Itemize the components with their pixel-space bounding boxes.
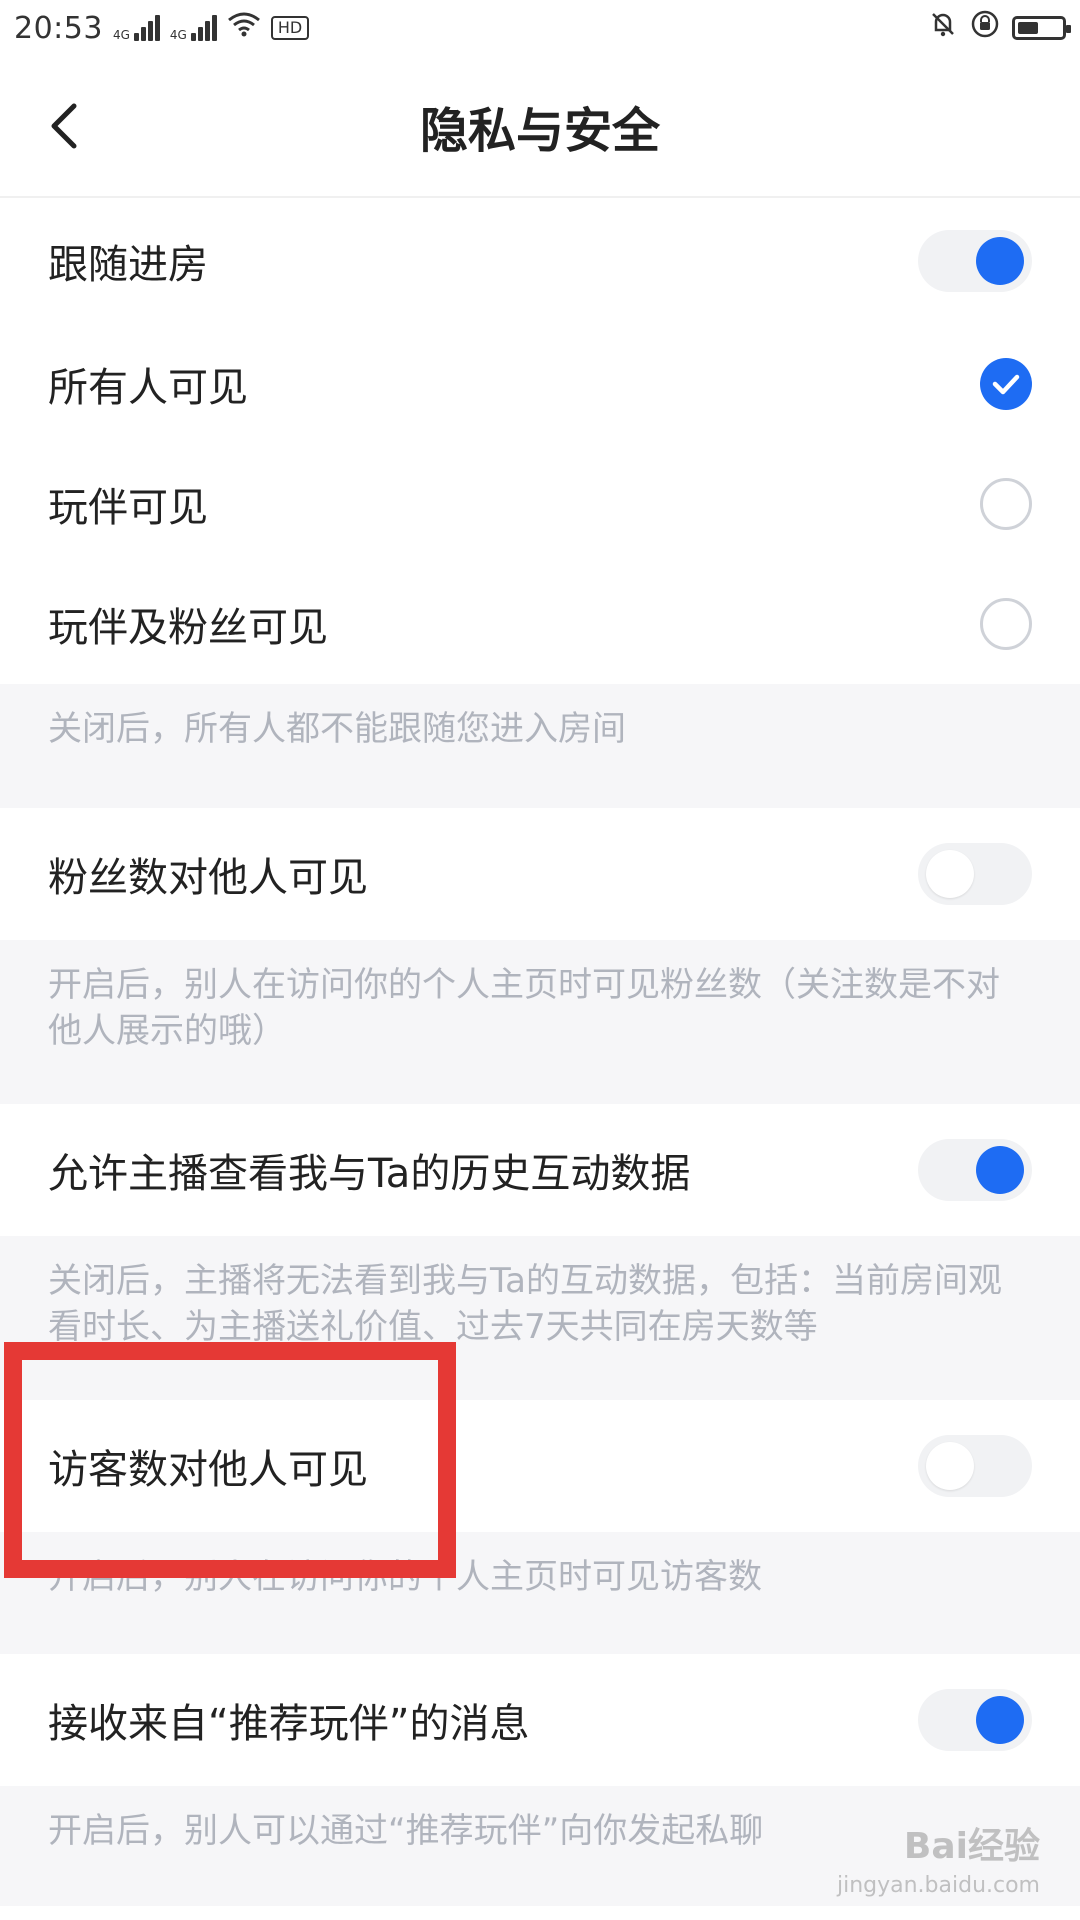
radio-label: 玩伴可见 xyxy=(48,485,208,531)
signal-label: 4G xyxy=(112,28,130,42)
history-data-note: 关闭后，主播将无法看到我与Ta的互动数据，包括：当前房间观看时长、为主播送礼价值… xyxy=(0,1236,1080,1400)
setting-control xyxy=(918,1435,1032,1497)
title-bar: 隐私与安全 xyxy=(0,56,1080,198)
note-text: 关闭后，所有人都不能跟随您进入房间 xyxy=(48,709,626,749)
radio-checked-icon[interactable] xyxy=(980,358,1032,410)
visitors-visible-note: 开启后，别人在访问你的个人主页时可见访客数 xyxy=(0,1532,1080,1654)
signal-icon-2: 4G xyxy=(170,15,217,41)
setting-row-history-data: 允许主播查看我与Ta的历史互动数据 xyxy=(0,1104,1080,1236)
note-text: 关闭后，主播将无法看到我与Ta的互动数据，包括：当前房间观看时长、为主播送礼价值… xyxy=(48,1261,1002,1347)
rotation-lock-icon xyxy=(970,9,1000,47)
back-button[interactable] xyxy=(40,102,88,150)
app-root: 20:53 4G 4G HD 隐私与安全 跟随进房 所有人可见 玩伴可见 玩伴及… xyxy=(0,0,1080,1920)
page-title: 隐私与安全 xyxy=(419,103,660,159)
chevron-left-icon xyxy=(51,103,77,149)
radio-unchecked-icon[interactable] xyxy=(980,598,1032,650)
note-text: 开启后，别人可以通过“推荐玩伴”向你发起私聊 xyxy=(48,1811,764,1851)
follow-room-note: 关闭后，所有人都不能跟随您进入房间 xyxy=(0,684,1080,808)
setting-row-fans-visible: 粉丝数对他人可见 xyxy=(0,808,1080,940)
settings-list: 跟随进房 所有人可见 玩伴可见 玩伴及粉丝可见 关闭后，所有人都不能跟随您进入房… xyxy=(0,198,1080,1906)
battery-icon xyxy=(1012,16,1071,40)
setting-label: 粉丝数对他人可见 xyxy=(48,855,368,901)
radio-control xyxy=(980,478,1032,530)
status-left: 20:53 4G 4G HD xyxy=(14,10,310,46)
setting-row-visitors-visible: 访客数对他人可见 xyxy=(0,1400,1080,1532)
visitors-visible-toggle[interactable] xyxy=(918,1435,1032,1497)
setting-control xyxy=(918,1689,1032,1751)
setting-row-recommend-msg: 接收来自“推荐玩伴”的消息 xyxy=(0,1654,1080,1786)
status-right xyxy=(928,9,1071,47)
history-data-toggle[interactable] xyxy=(918,1139,1032,1201)
signal-label-2: 4G xyxy=(169,28,187,42)
radio-label: 玩伴及粉丝可见 xyxy=(48,605,328,651)
wifi-icon xyxy=(227,11,261,46)
signal-icon: 4G xyxy=(113,15,160,41)
note-text: 开启后，别人在访问你的个人主页时可见粉丝数（关注数是不对他人展示的哦） xyxy=(48,965,1000,1051)
setting-control xyxy=(918,230,1032,292)
fans-visible-note: 开启后，别人在访问你的个人主页时可见粉丝数（关注数是不对他人展示的哦） xyxy=(0,940,1080,1104)
status-bar: 20:53 4G 4G HD xyxy=(0,0,1080,56)
radio-option-everyone[interactable]: 所有人可见 xyxy=(0,324,1080,444)
bell-off-icon xyxy=(928,9,958,47)
radio-option-playmates[interactable]: 玩伴可见 xyxy=(0,444,1080,564)
setting-label: 跟随进房 xyxy=(48,242,208,288)
radio-unchecked-icon[interactable] xyxy=(980,478,1032,530)
setting-label: 接收来自“推荐玩伴”的消息 xyxy=(48,1701,530,1747)
fans-visible-toggle[interactable] xyxy=(918,843,1032,905)
status-time: 20:53 xyxy=(14,10,103,46)
radio-option-playmates-fans[interactable]: 玩伴及粉丝可见 xyxy=(0,564,1080,684)
radio-label: 所有人可见 xyxy=(48,365,248,411)
radio-control xyxy=(980,358,1032,410)
follow-room-toggle[interactable] xyxy=(918,230,1032,292)
recommend-msg-toggle[interactable] xyxy=(918,1689,1032,1751)
setting-control xyxy=(918,843,1032,905)
setting-label: 访客数对他人可见 xyxy=(48,1447,368,1493)
setting-row-follow-room: 跟随进房 xyxy=(0,198,1080,324)
setting-label: 允许主播查看我与Ta的历史互动数据 xyxy=(48,1151,691,1197)
hd-icon: HD xyxy=(270,16,310,40)
setting-control xyxy=(918,1139,1032,1201)
note-text: 开启后，别人在访问你的个人主页时可见访客数 xyxy=(48,1557,762,1597)
recommend-msg-note: 开启后，别人可以通过“推荐玩伴”向你发起私聊 xyxy=(0,1786,1080,1906)
radio-control xyxy=(980,598,1032,650)
